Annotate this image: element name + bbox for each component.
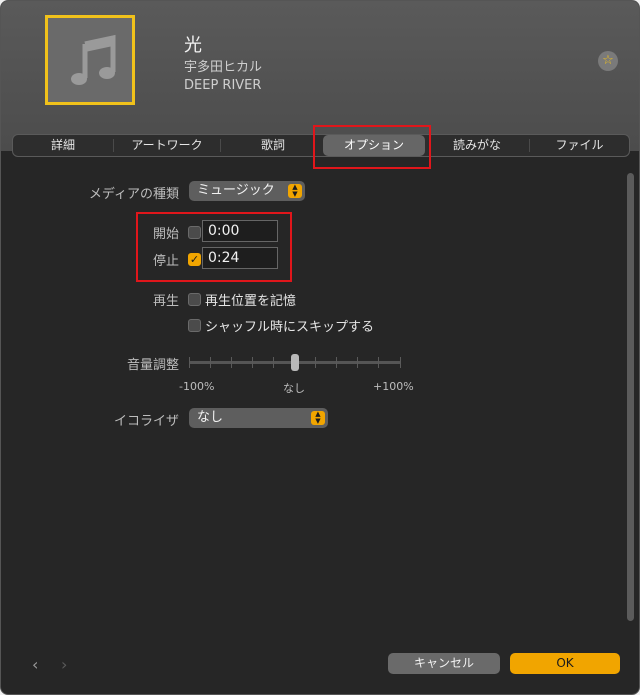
music-note-icon — [71, 34, 116, 85]
favorite-star-icon[interactable]: ☆ — [598, 51, 618, 71]
song-title: 光 — [184, 35, 202, 56]
options-tab-highlight — [313, 125, 431, 169]
skip-shuffle-label[interactable]: シャッフル時にスキップする — [205, 316, 374, 335]
tab-file[interactable]: ファイル — [530, 135, 629, 156]
equalizer-select[interactable]: なし ▲ ▼ — [189, 408, 328, 428]
song-artist: 宇多田ヒカル — [184, 60, 263, 75]
tab-reading[interactable]: 読みがな — [425, 135, 529, 156]
select-arrows-icon: ▲ ▼ — [311, 411, 325, 425]
start-checkbox[interactable] — [188, 226, 201, 239]
volume-min-label: -100% — [179, 380, 215, 393]
song-info-window: 光 宇多田ヒカル DEEP RIVER ☆ 詳細 アートワーク 歌詞 オプション… — [0, 0, 640, 695]
tab-artwork[interactable]: アートワーク — [114, 135, 220, 156]
equalizer-label: イコライザ — [113, 414, 179, 429]
scrollbar[interactable] — [627, 173, 634, 621]
slider-tick — [210, 357, 211, 368]
slider-tick — [400, 357, 401, 368]
tab-details[interactable]: 詳細 — [13, 135, 113, 156]
next-arrow-icon[interactable]: › — [61, 655, 67, 674]
start-label: 開始 — [152, 227, 179, 242]
start-time-field[interactable]: 0:00 — [202, 220, 278, 242]
cancel-button[interactable]: キャンセル — [388, 653, 500, 674]
slider-tick — [189, 357, 190, 368]
media-kind-select[interactable]: ミュージック ▲ ▼ — [189, 181, 305, 201]
slider-tick — [231, 357, 232, 368]
skip-shuffle-checkbox[interactable] — [188, 319, 201, 332]
slider-tick — [336, 357, 337, 368]
remember-position-label[interactable]: 再生位置を記憶 — [205, 290, 296, 309]
ok-button[interactable]: OK — [510, 653, 620, 674]
volume-max-label: +100% — [373, 380, 414, 393]
select-arrows-icon: ▲ ▼ — [288, 184, 302, 198]
media-kind-label: メディアの種類 — [88, 187, 179, 202]
volume-label: 音量調整 — [126, 358, 179, 373]
slider-tick — [252, 357, 253, 368]
stop-checkbox[interactable]: ✓ — [188, 253, 201, 266]
remember-position-checkbox[interactable] — [188, 293, 201, 306]
volume-mid-label: なし — [283, 382, 305, 395]
tab-lyrics[interactable]: 歌詞 — [221, 135, 325, 156]
slider-tick — [273, 357, 274, 368]
playback-label: 再生 — [152, 294, 179, 309]
stop-time-field[interactable]: 0:24 — [202, 247, 278, 269]
volume-slider-knob[interactable] — [291, 354, 299, 371]
slider-tick — [315, 357, 316, 368]
song-album: DEEP RIVER — [184, 78, 262, 93]
previous-arrow-icon[interactable]: ‹ — [32, 655, 38, 674]
media-kind-value: ミュージック — [197, 183, 275, 198]
slider-tick — [378, 357, 379, 368]
stop-label: 停止 — [152, 254, 179, 269]
equalizer-value: なし — [197, 410, 224, 425]
slider-tick — [357, 357, 358, 368]
album-artwork[interactable] — [45, 15, 135, 105]
